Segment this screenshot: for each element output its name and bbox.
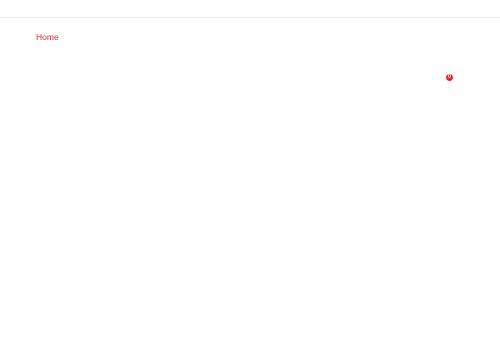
main-content	[0, 18, 500, 348]
breadcrumb-home-link[interactable]: Home	[36, 32, 59, 43]
cart-count-badge[interactable]: 0	[446, 74, 453, 81]
top-bar	[0, 0, 500, 18]
